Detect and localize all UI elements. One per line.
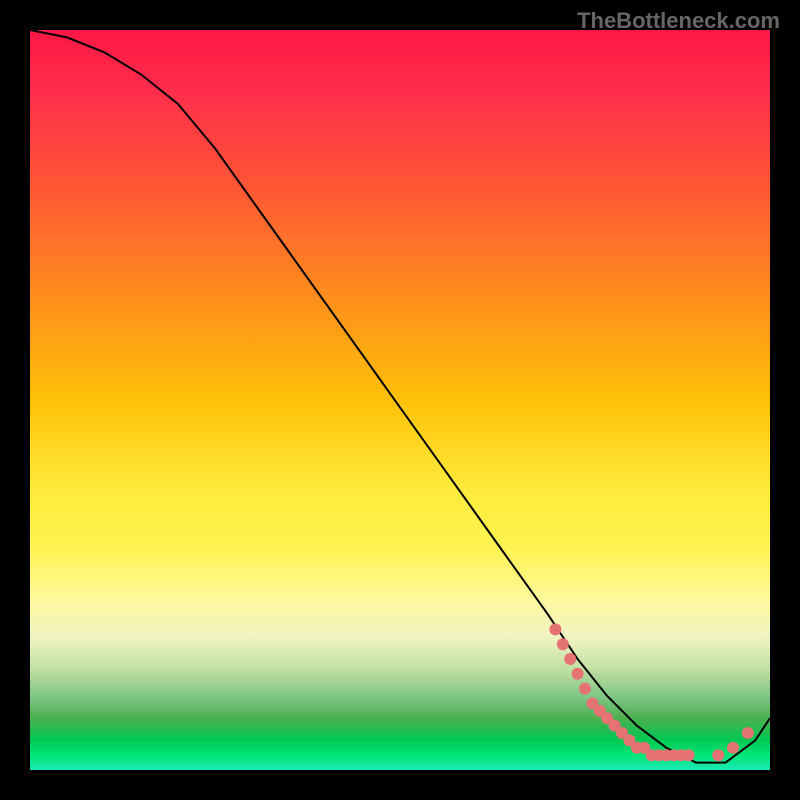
marker-point <box>742 727 754 739</box>
marker-group <box>549 623 753 761</box>
bottleneck-curve-path <box>30 30 770 763</box>
chart-frame: TheBottleneck.com <box>0 0 800 800</box>
plot-area <box>30 30 770 770</box>
marker-point <box>557 638 569 650</box>
watermark-text: TheBottleneck.com <box>577 8 780 34</box>
marker-point <box>572 668 584 680</box>
marker-point <box>712 749 724 761</box>
marker-point <box>579 683 591 695</box>
marker-point <box>564 653 576 665</box>
marker-point <box>683 749 695 761</box>
chart-svg <box>30 30 770 770</box>
marker-point <box>549 623 561 635</box>
marker-point <box>727 742 739 754</box>
